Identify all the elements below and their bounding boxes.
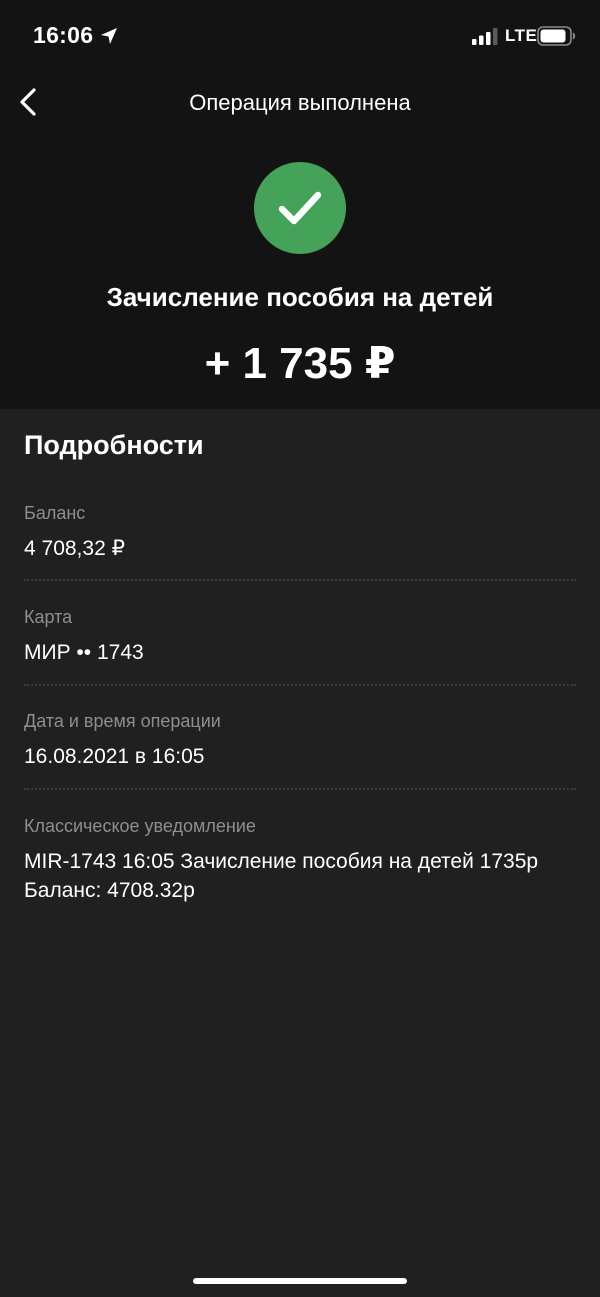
home-indicator[interactable] <box>193 1278 407 1284</box>
success-badge <box>254 162 346 254</box>
detail-value: МИР •• 1743 <box>24 641 144 664</box>
details-heading: Подробности <box>24 430 204 460</box>
status-time: 16:06 <box>33 22 94 48</box>
detail-label: Карта <box>24 607 73 627</box>
detail-value: 4 708,32 ₽ <box>24 537 125 560</box>
detail-label: Классическое уведомление <box>24 816 256 836</box>
operation-amount: + 1 735 ₽ <box>204 339 396 388</box>
header-section: 16:06 LTE Операция выполнена Зачисление … <box>0 0 600 409</box>
signal-icon <box>472 28 498 45</box>
detail-datetime: Дата и время операции 16.08.2021 в 16:05 <box>24 711 576 771</box>
detail-value: 16.08.2021 в 16:05 <box>24 745 205 768</box>
battery-icon <box>537 26 576 46</box>
operation-title: Зачисление пособия на детей <box>106 282 494 312</box>
detail-value: MIR-1743 16:05 Зачисление пособия на дет… <box>24 850 539 902</box>
network-type: LTE <box>505 26 538 45</box>
detail-label: Дата и время операции <box>24 711 221 731</box>
detail-card: Карта МИР •• 1743 <box>24 607 576 667</box>
divider <box>24 684 576 686</box>
page-title: Операция выполнена <box>189 90 411 115</box>
status-bar: 16:06 LTE <box>0 0 600 72</box>
location-arrow-icon <box>101 28 117 44</box>
checkmark-icon <box>278 191 322 225</box>
divider <box>24 788 576 790</box>
detail-balance: Баланс 4 708,32 ₽ <box>24 503 576 563</box>
divider <box>24 579 576 581</box>
detail-label: Баланс <box>24 503 86 523</box>
detail-notification: Классическое уведомление MIR-1743 16:05 … <box>24 816 576 905</box>
